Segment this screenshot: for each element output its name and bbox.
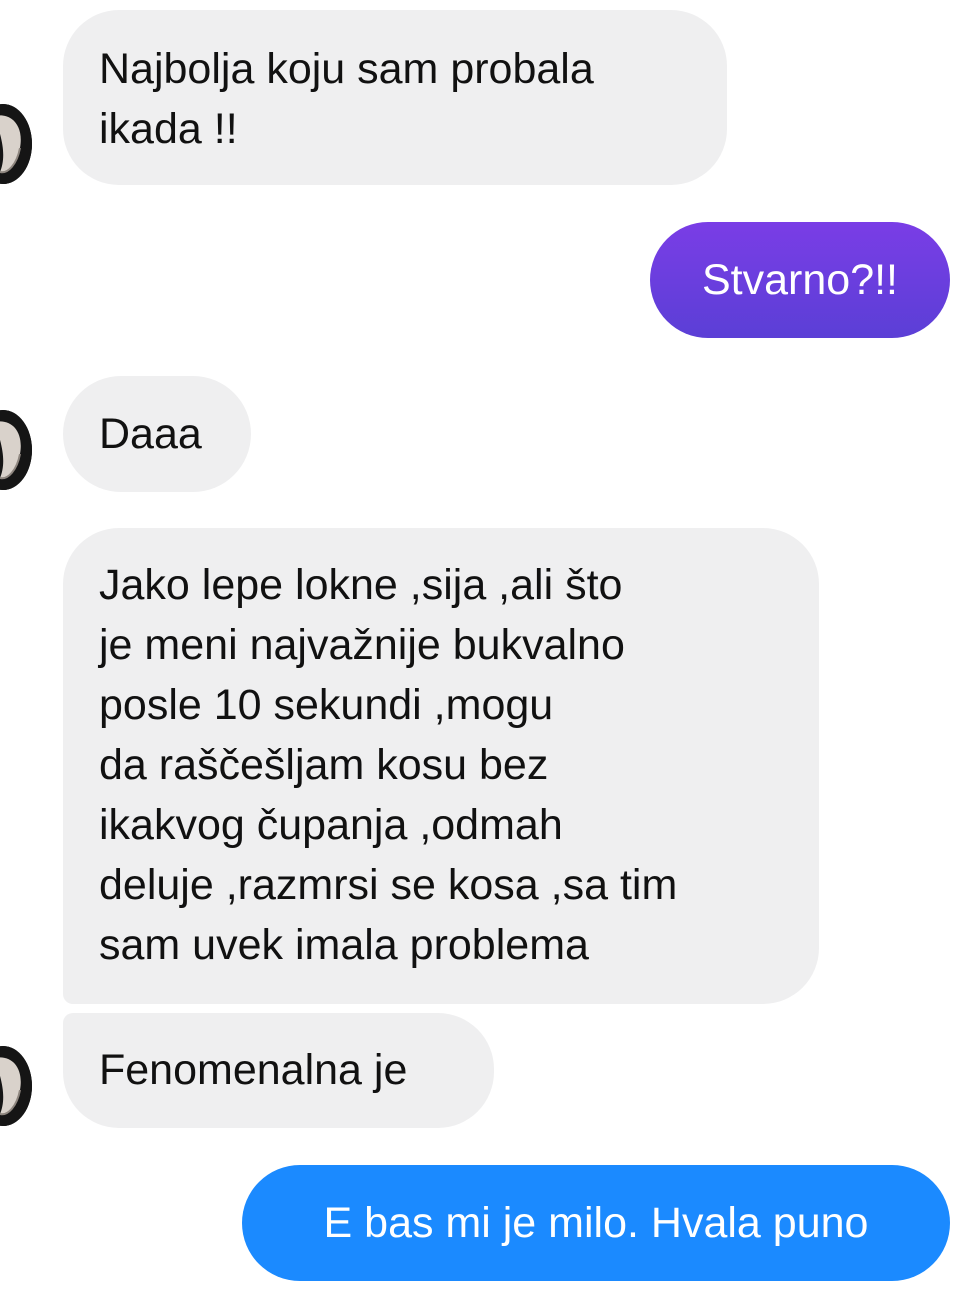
message-text: Daaa — [99, 410, 202, 458]
incoming-message-bubble[interactable]: Fenomenalna je — [63, 1013, 494, 1128]
contact-avatar-icon[interactable] — [0, 104, 32, 184]
incoming-message-bubble[interactable]: Najbolja koju sam probala ikada !! — [63, 10, 727, 185]
outgoing-message-bubble[interactable]: E bas mi je milo. Hvala puno — [242, 1165, 950, 1281]
message-text: E bas mi je milo. Hvala puno — [323, 1199, 869, 1247]
message-text: Stvarno?!! — [702, 256, 898, 304]
message-text: Jako lepe lokne ,sija ,ali što je meni n… — [99, 561, 678, 969]
contact-avatar-icon[interactable] — [0, 410, 32, 490]
message-text: Najbolja koju sam probala ikada !! — [99, 45, 594, 153]
message-text: Fenomenalna je — [99, 1046, 408, 1094]
incoming-message-bubble[interactable]: Daaa — [63, 376, 251, 492]
outgoing-message-bubble[interactable]: Stvarno?!! — [650, 222, 950, 338]
contact-avatar-icon[interactable] — [0, 1046, 32, 1126]
incoming-message-bubble[interactable]: Jako lepe lokne ,sija ,ali što je meni n… — [63, 528, 819, 1004]
